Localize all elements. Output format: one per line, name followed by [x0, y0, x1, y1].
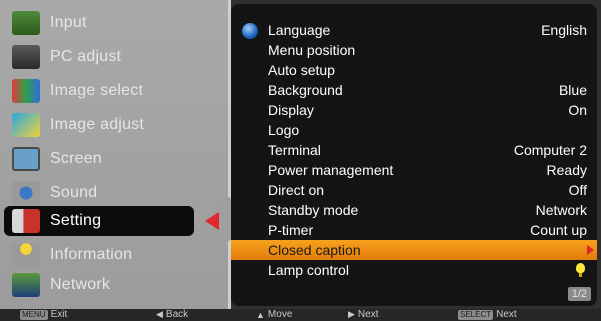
setting-label: Closed caption [268, 242, 361, 258]
setting-label: Terminal [268, 142, 321, 158]
sound-icon [12, 181, 40, 205]
setting-row-display[interactable]: Display On [231, 100, 597, 120]
setting-label: Auto setup [268, 62, 335, 78]
setting-value: Blue [558, 82, 587, 98]
setting-value: Count up [530, 222, 587, 238]
footer-next-label: Next [357, 309, 379, 320]
setting-row-standby-mode[interactable]: Standby mode Network [231, 200, 597, 220]
arrow-right-icon: ▶ [348, 309, 355, 319]
chevron-right-icon [587, 245, 594, 255]
footer-exit: MENU Exit [20, 309, 67, 320]
selection-arrow-icon [205, 212, 219, 230]
setting-label: Power management [268, 162, 394, 178]
setting-row-direct-on[interactable]: Direct on Off [231, 180, 597, 200]
setting-row-power-management[interactable]: Power management Ready [231, 160, 597, 180]
setting-row-terminal[interactable]: Terminal Computer 2 [231, 140, 597, 160]
setting-row-p-timer[interactable]: P-timer Count up [231, 220, 597, 240]
page-indicator: 1/2 [567, 287, 591, 301]
menu-item-information[interactable]: Information [4, 238, 224, 272]
setting-row-closed-caption[interactable]: Closed caption [231, 240, 597, 260]
menu-item-label: Screen [50, 150, 102, 167]
menu-item-label: PC adjust [50, 48, 122, 65]
menu-item-image-select[interactable]: Image select [4, 74, 224, 108]
setting-label: Background [268, 82, 343, 98]
footer-select-next-label: Next [496, 309, 517, 320]
setting-value: Computer 2 [513, 142, 587, 158]
setting-label: Lamp control [268, 262, 349, 278]
setting-row-background[interactable]: Background Blue [231, 80, 597, 100]
image-select-icon [12, 79, 40, 103]
menu-item-setting[interactable]: Setting [4, 204, 224, 238]
setting-label: Direct on [268, 182, 325, 198]
setting-label: Language [268, 22, 331, 38]
main-menu-panel: Input PC adjust Image select Image adjus… [0, 0, 231, 309]
setting-label: Menu position [268, 42, 356, 58]
footer-select-next: SELECT Next [458, 309, 517, 320]
menu-key-badge: MENU [20, 309, 48, 320]
footer-next: ▶ Next [348, 309, 378, 320]
lamp-bulb-icon [576, 263, 585, 277]
arrow-up-down-icon: ▲ [256, 309, 265, 320]
footer-back: ◀ Back [156, 309, 188, 320]
setting-row-lamp-control[interactable]: Lamp control [231, 260, 597, 280]
menu-item-label: Image adjust [50, 116, 145, 133]
footer-back-label: Back [165, 309, 189, 320]
setting-row-menu-position[interactable]: Menu position [231, 40, 597, 60]
setting-submenu-panel: Language English Menu position Auto setu… [231, 4, 597, 306]
menu-item-input[interactable]: Input [4, 6, 224, 40]
footer-move-label: Move [267, 309, 293, 320]
setting-row-logo[interactable]: Logo [231, 120, 597, 140]
menu-item-label: Image select [50, 82, 144, 99]
menu-item-network[interactable]: Network [4, 268, 224, 302]
pc-adjust-icon [12, 45, 40, 69]
setting-value: Off [568, 182, 587, 198]
setting-label: Standby mode [268, 202, 359, 218]
menu-item-pc-adjust[interactable]: PC adjust [4, 40, 224, 74]
footer-help-bar: MENU Exit ◀ Back ▲ Move ▶ Next SELECT Ne… [0, 309, 601, 321]
menu-item-image-adjust[interactable]: Image adjust [4, 108, 224, 142]
arrow-left-icon: ◀ [156, 309, 163, 319]
setting-label: Logo [268, 122, 300, 138]
image-adjust-icon [12, 113, 40, 137]
select-key-badge: SELECT [458, 309, 494, 320]
footer-exit-label: Exit [50, 309, 68, 320]
menu-item-label: Network [50, 276, 111, 293]
setting-label: P-timer [268, 222, 314, 238]
footer-move: ▲ Move [256, 309, 292, 320]
menu-item-label: Sound [50, 184, 98, 201]
setting-value: English [541, 22, 587, 38]
menu-item-label: Information [50, 246, 133, 263]
setting-value: On [568, 102, 587, 118]
menu-item-label: Input [50, 14, 87, 31]
setting-value: Network [535, 202, 587, 218]
menu-item-screen[interactable]: Screen [4, 142, 224, 176]
setting-row-language[interactable]: Language English [231, 20, 597, 40]
screen-icon [12, 147, 40, 171]
information-icon [12, 243, 40, 267]
setting-value: Ready [546, 162, 587, 178]
setting-icon [12, 209, 40, 233]
input-icon [12, 11, 40, 35]
network-icon [12, 273, 40, 297]
setting-row-auto-setup[interactable]: Auto setup [231, 60, 597, 80]
setting-label: Display [268, 102, 314, 118]
menu-item-label: Setting [50, 212, 102, 229]
